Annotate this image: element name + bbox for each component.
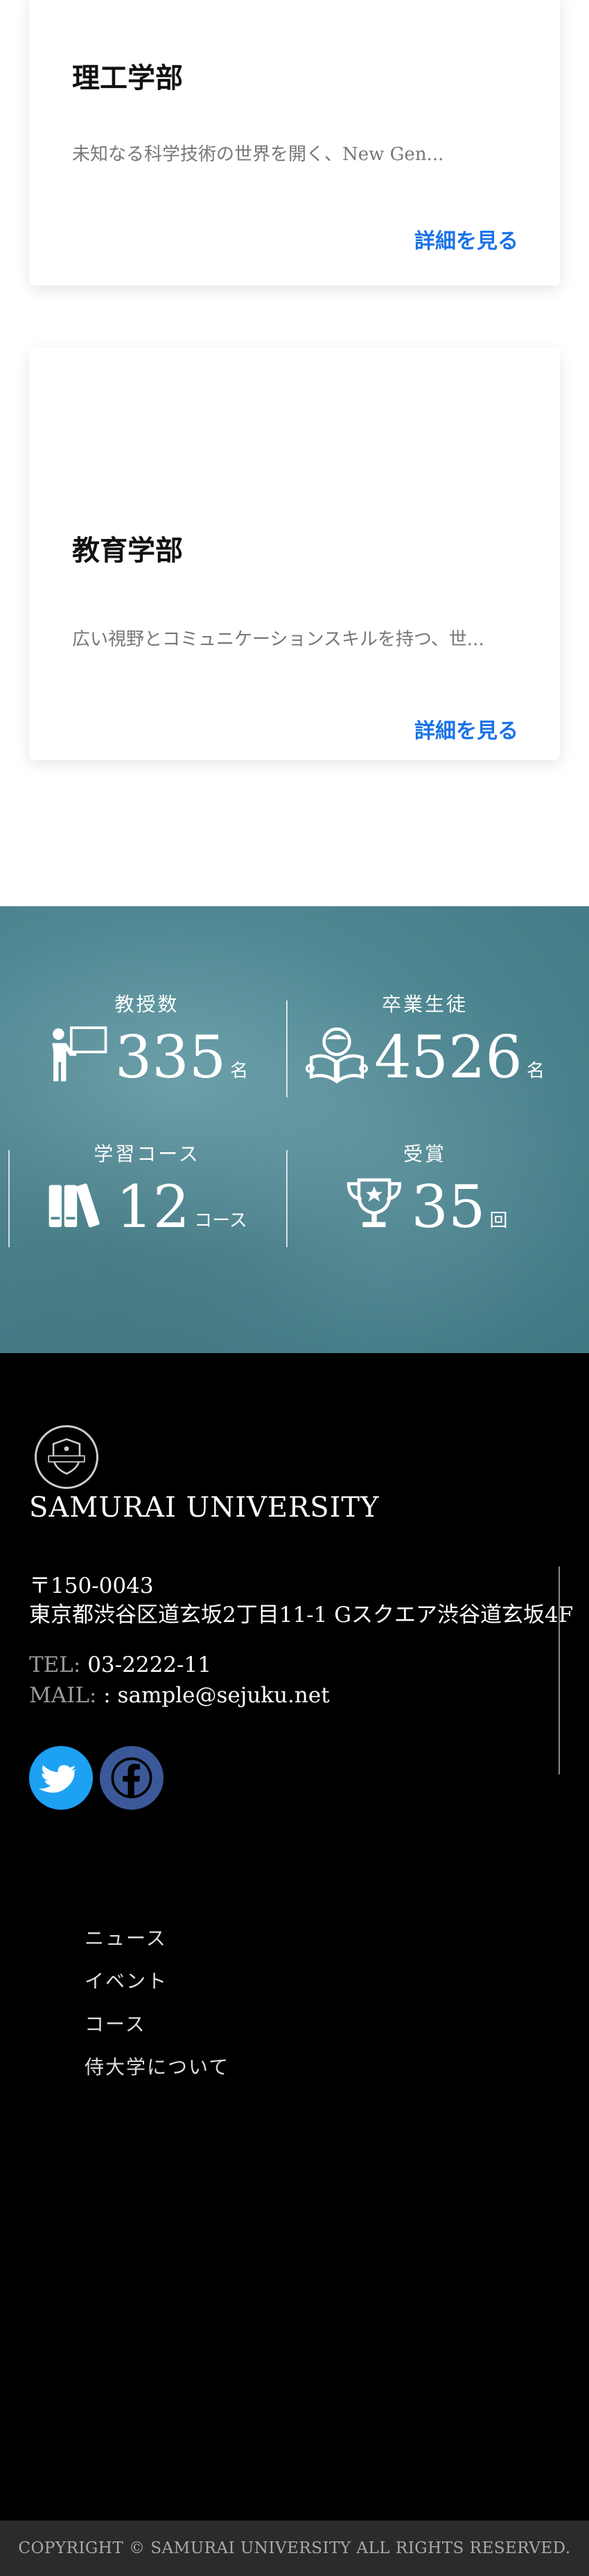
stat-value: 4526 [374, 1023, 522, 1091]
card-title: 理工学部 [72, 62, 183, 94]
footer-nav-events[interactable]: イベント [85, 1966, 168, 1994]
twitter-icon[interactable] [29, 1746, 93, 1810]
stat-unit: 名 [526, 1061, 545, 1082]
mail-row: MAIL: : sample@sejuku.net [29, 1683, 330, 1708]
card-description: 広い視野とコミュニケーションスキルを持つ、世... [72, 629, 484, 650]
university-name: SAMURAI UNIVERSITY [29, 1492, 380, 1524]
books-icon [49, 1183, 100, 1228]
stat-awards: 受賞 35 回 [286, 1139, 563, 1236]
stats-section: 教授数 335 名 卒業生徒 4526 名 学習コース 12 コース 受賞 35… [0, 906, 589, 1353]
university-logo-icon[interactable] [35, 1425, 98, 1489]
footer-nav-news[interactable]: ニュース [85, 1923, 167, 1951]
details-link[interactable]: 詳細を見る [414, 224, 518, 254]
stat-unit: 名 [230, 1061, 249, 1082]
stat-label: 受賞 [403, 1143, 446, 1165]
faculty-card: 理工学部 未知なる科学技術の世界を開く、New Gen... 詳細を見る [29, 0, 560, 285]
stat-courses: 学習コース 12 コース [8, 1139, 285, 1236]
tel-label: TEL: [29, 1652, 81, 1677]
faculty-card: 教育学部 広い視野とコミュニケーションスキルを持つ、世... 詳細を見る [29, 348, 560, 760]
mail-value[interactable]: : sample@sejuku.net [96, 1683, 329, 1708]
stat-value: 335 [114, 1023, 227, 1091]
tel-row: TEL: 03-2222-11 [29, 1652, 211, 1677]
mail-label: MAIL: [29, 1683, 97, 1708]
divider [559, 1567, 560, 1774]
stat-unit: 回 [489, 1210, 508, 1231]
trophy-icon [346, 1178, 401, 1228]
stat-label: 卒業生徒 [381, 993, 468, 1016]
footer-nav-about[interactable]: 侍大学について [85, 2052, 229, 2080]
stat-graduates: 卒業生徒 4526 名 [286, 989, 563, 1086]
stat-value: 35 [411, 1173, 486, 1241]
stat-label: 学習コース [94, 1143, 200, 1165]
details-link[interactable]: 詳細を見る [414, 714, 518, 744]
site-footer: SAMURAI UNIVERSITY 〒150-0043 東京都渋谷区道玄坂2丁… [0, 1353, 589, 2576]
address: 東京都渋谷区道玄坂2丁目11-1 Gスクエア渋谷道玄坂4F [29, 1603, 574, 1627]
stat-label: 教授数 [114, 993, 179, 1016]
facebook-icon[interactable] [100, 1746, 164, 1810]
stat-professors: 教授数 335 名 [8, 989, 285, 1086]
copyright: COPYRIGHT © SAMURAI UNIVERSITY ALL RIGHT… [0, 2521, 589, 2576]
card-title: 教育学部 [72, 534, 183, 567]
postal-code: 〒150-0043 [29, 1573, 154, 1598]
stat-value: 12 [116, 1173, 191, 1241]
stat-unit: コース [194, 1210, 247, 1231]
professor-icon [52, 1026, 107, 1082]
reading-student-icon [306, 1027, 369, 1084]
card-description: 未知なる科学技術の世界を開く、New Gen... [72, 144, 444, 165]
footer-nav-courses[interactable]: コース [85, 2009, 146, 2037]
tel-value: 03-2222-11 [80, 1652, 211, 1677]
